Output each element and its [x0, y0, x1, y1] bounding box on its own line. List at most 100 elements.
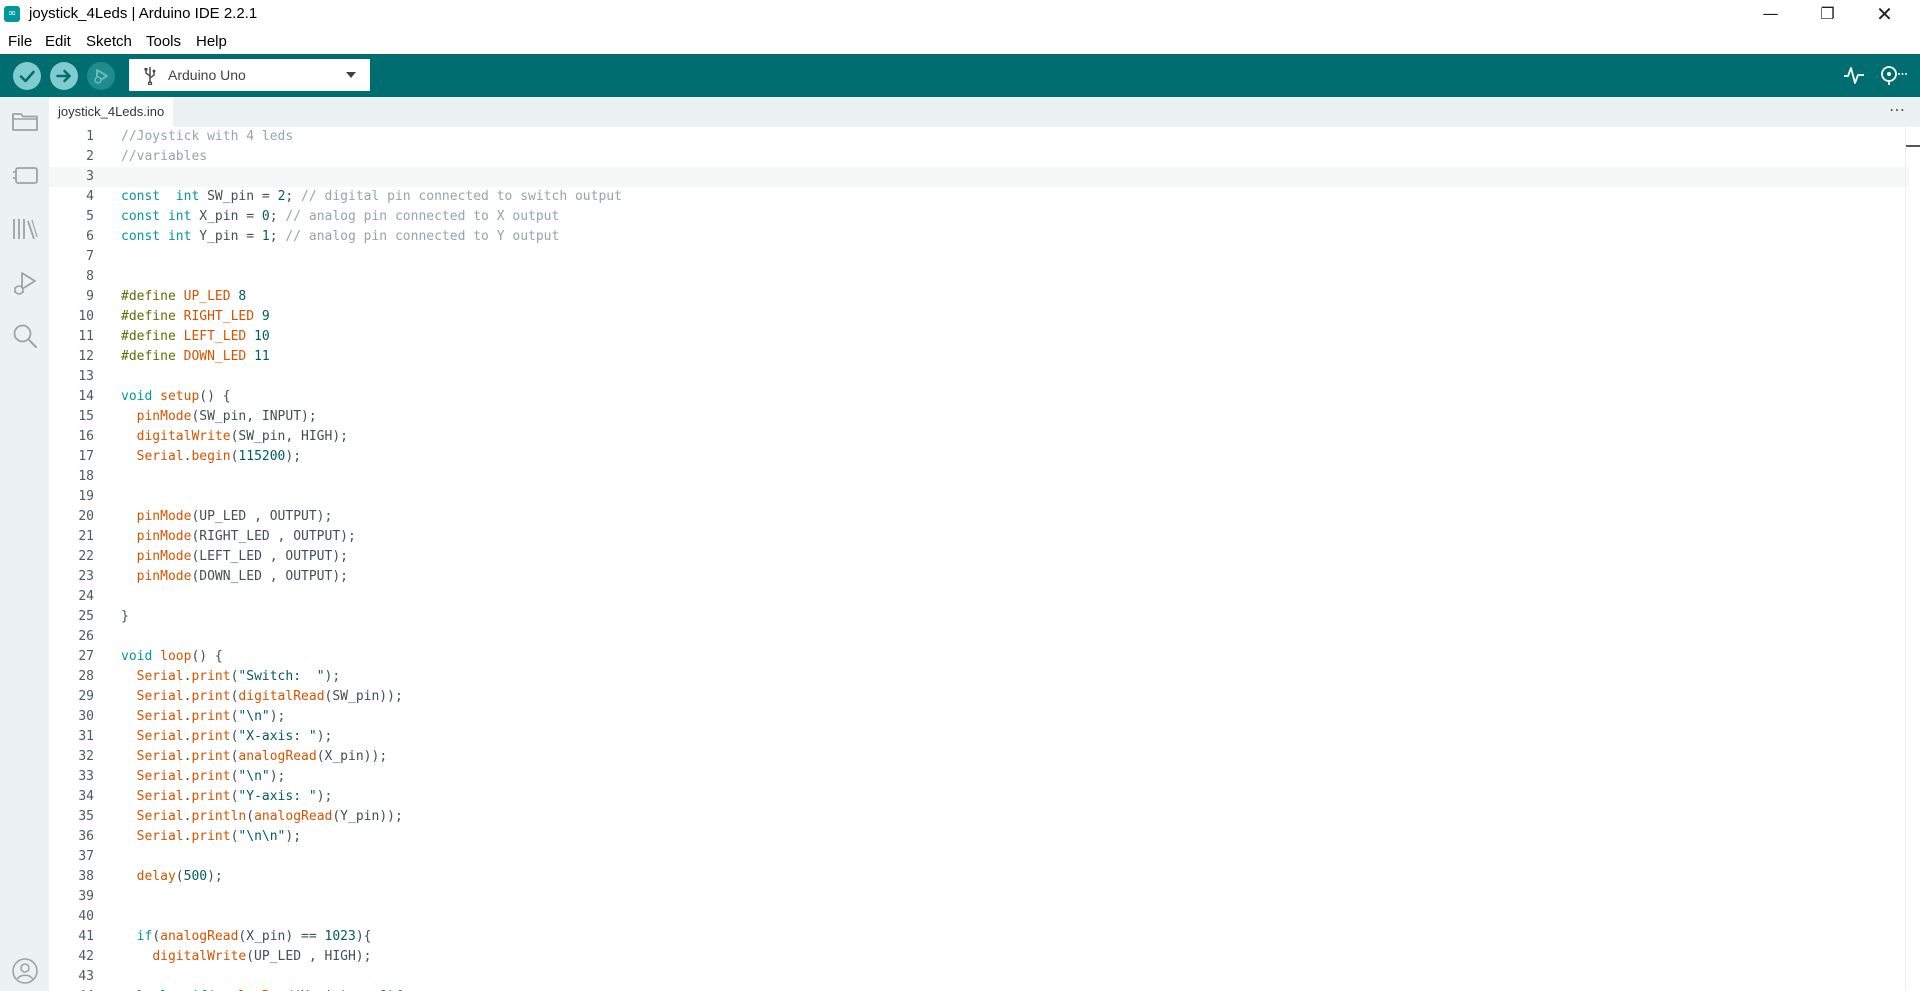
code-line[interactable]: 40 — [49, 907, 1909, 927]
arrow-right-icon — [50, 62, 78, 90]
code-token: "\n" — [238, 769, 270, 784]
menu-file[interactable]: File — [8, 33, 32, 50]
profile-button[interactable] — [11, 957, 39, 985]
code-line[interactable]: 31 Serial.print("X-axis: "); — [49, 727, 1909, 747]
menu-help[interactable]: Help — [196, 33, 227, 50]
menu-bar: File Edit Sketch Tools Help — [0, 29, 1920, 54]
code-line[interactable]: 8 — [49, 267, 1909, 287]
code-line[interactable]: 22 pinMode(LEFT_LED , OUTPUT); — [49, 547, 1909, 567]
code-token: "\n\n" — [238, 829, 286, 844]
line-number: 42 — [78, 949, 94, 964]
code-line[interactable]: 38 delay(500); — [49, 867, 1909, 887]
code-token: ); — [269, 709, 286, 724]
code-token: delay — [136, 869, 176, 884]
code-line[interactable]: 7 — [49, 247, 1909, 267]
code-line[interactable]: 42 digitalWrite(UP_LED , HIGH); — [49, 947, 1909, 967]
code-line[interactable]: 39 — [49, 887, 1909, 907]
line-number: 26 — [78, 629, 94, 644]
serial-monitor-button[interactable] — [1879, 64, 1907, 91]
code-line[interactable]: 36 Serial.print("\n\n"); — [49, 827, 1909, 847]
board-selector[interactable]: Arduino Uno — [129, 59, 370, 91]
code-line[interactable]: 3 — [49, 167, 1909, 187]
upload-button[interactable] — [50, 62, 78, 90]
verify-button[interactable] — [13, 62, 41, 90]
code-line[interactable]: 33 Serial.print("\n"); — [49, 767, 1909, 787]
code-line[interactable]: 6 const int Y_pin = 1; // analog pin conn… — [49, 227, 1909, 247]
code-line[interactable]: 37 — [49, 847, 1909, 867]
menu-edit[interactable]: Edit — [45, 33, 71, 50]
code-line[interactable]: 27 void loop() { — [49, 647, 1909, 667]
code-line[interactable]: 34 Serial.print("Y-axis: "); — [49, 787, 1909, 807]
code-token: "Switch: " — [238, 669, 325, 684]
code-token: } — [121, 609, 129, 624]
code-token: print — [191, 689, 231, 704]
code-line[interactable]: 29 Serial.print(digitalRead(SW_pin)); — [49, 687, 1909, 707]
code-line[interactable]: 20 pinMode(UP_LED , OUTPUT); — [49, 507, 1909, 527]
code-text: const int X_pin = 0; // analog pin conne… — [121, 207, 559, 227]
code-line[interactable]: 25} — [49, 607, 1909, 627]
code-line[interactable]: 2 //variables — [49, 147, 1909, 167]
code-line[interactable]: 4 const int SW_pin = 2; // digital pin co… — [49, 187, 1909, 207]
search-button[interactable] — [11, 322, 39, 350]
code-line[interactable]: 44 } else if(analogRead(X_pin) == 0){ — [49, 987, 1909, 991]
code-line[interactable]: 21 pinMode(RIGHT_LED , OUTPUT); — [49, 527, 1909, 547]
code-token: Serial — [136, 709, 184, 724]
code-line[interactable]: 26 — [49, 627, 1909, 647]
code-line[interactable]: 14 void setup() { — [49, 387, 1909, 407]
code-line[interactable]: 23 pinMode(DOWN_LED , OUTPUT); — [49, 567, 1909, 587]
code-line[interactable]: 18 — [49, 467, 1909, 487]
code-line[interactable]: 12 #define DOWN_LED 11 — [49, 347, 1909, 367]
sketchbook-button[interactable] — [11, 107, 39, 135]
code-line[interactable]: 16 digitalWrite(SW_pin, HIGH); — [49, 427, 1909, 447]
code-line[interactable]: 43 — [49, 967, 1909, 987]
code-line[interactable]: 1 //Joystick with 4 leds — [49, 127, 1909, 147]
code-line[interactable]: 32 Serial.print(analogRead(X_pin)); — [49, 747, 1909, 767]
code-line[interactable]: 9 #define UP_LED 8 — [49, 287, 1909, 307]
code-token: Serial — [136, 669, 184, 684]
line-number: 41 — [78, 929, 94, 944]
code-line[interactable]: 15 pinMode(SW_pin, INPUT); — [49, 407, 1909, 427]
boards-manager-button[interactable] — [11, 161, 39, 189]
debug-panel-button[interactable] — [11, 269, 39, 297]
arduino-logo-icon: ∞ — [4, 6, 20, 22]
code-line[interactable]: 19 — [49, 487, 1909, 507]
code-editor[interactable]: 1//Joystick with 4 leds 2//variables 3 4 con… — [49, 127, 1920, 991]
code-text: Serial.print("\n"); — [121, 707, 286, 727]
menu-tools[interactable]: Tools — [146, 33, 181, 50]
code-token: ); — [285, 449, 302, 464]
more-icon[interactable]: ⋯ — [1889, 100, 1906, 120]
code-line[interactable]: 17 Serial.begin(115200); — [49, 447, 1909, 467]
code-line[interactable]: 5 const int X_pin = 0; // analog pin conn… — [49, 207, 1909, 227]
minimize-button[interactable]: — — [1742, 0, 1799, 29]
code-line[interactable]: 30 Serial.print("\n"); — [49, 707, 1909, 727]
debug-button[interactable] — [87, 62, 115, 90]
code-text: Serial.print("Switch: "); — [121, 667, 341, 687]
menu-sketch[interactable]: Sketch — [86, 33, 132, 50]
code-line[interactable]: 35 Serial.println(analogRead(Y_pin)); — [49, 807, 1909, 827]
library-manager-button[interactable] — [11, 215, 39, 243]
code-token: #define — [121, 309, 176, 324]
line-number: 20 — [78, 509, 94, 524]
code-token: pinMode — [136, 549, 192, 564]
code-line[interactable]: 10 #define RIGHT_LED 9 — [49, 307, 1909, 327]
code-line[interactable]: 41 if(analogRead(X_pin) == 1023){ — [49, 927, 1909, 947]
code-text: pinMode(SW_pin, INPUT); — [121, 407, 317, 427]
vertical-scrollbar[interactable] — [1905, 127, 1920, 991]
serial-plotter-button[interactable] — [1843, 64, 1865, 91]
code-token: 8 — [238, 289, 247, 304]
code-token: (SW_pin, INPUT); — [191, 409, 317, 424]
code-text: digitalWrite(SW_pin, HIGH); — [121, 427, 348, 447]
restore-button[interactable]: ❐ — [1799, 0, 1856, 29]
tab-joystick-4leds[interactable]: joystick_4Leds.ino — [49, 97, 174, 127]
check-icon — [13, 62, 41, 90]
close-button[interactable]: ✕ — [1856, 0, 1913, 29]
code-line[interactable]: 13 — [49, 367, 1909, 387]
code-line[interactable]: 11 #define LEFT_LED 10 — [49, 327, 1909, 347]
code-line[interactable]: 24 — [49, 587, 1909, 607]
code-line[interactable]: 28 Serial.print("Switch: "); — [49, 667, 1909, 687]
